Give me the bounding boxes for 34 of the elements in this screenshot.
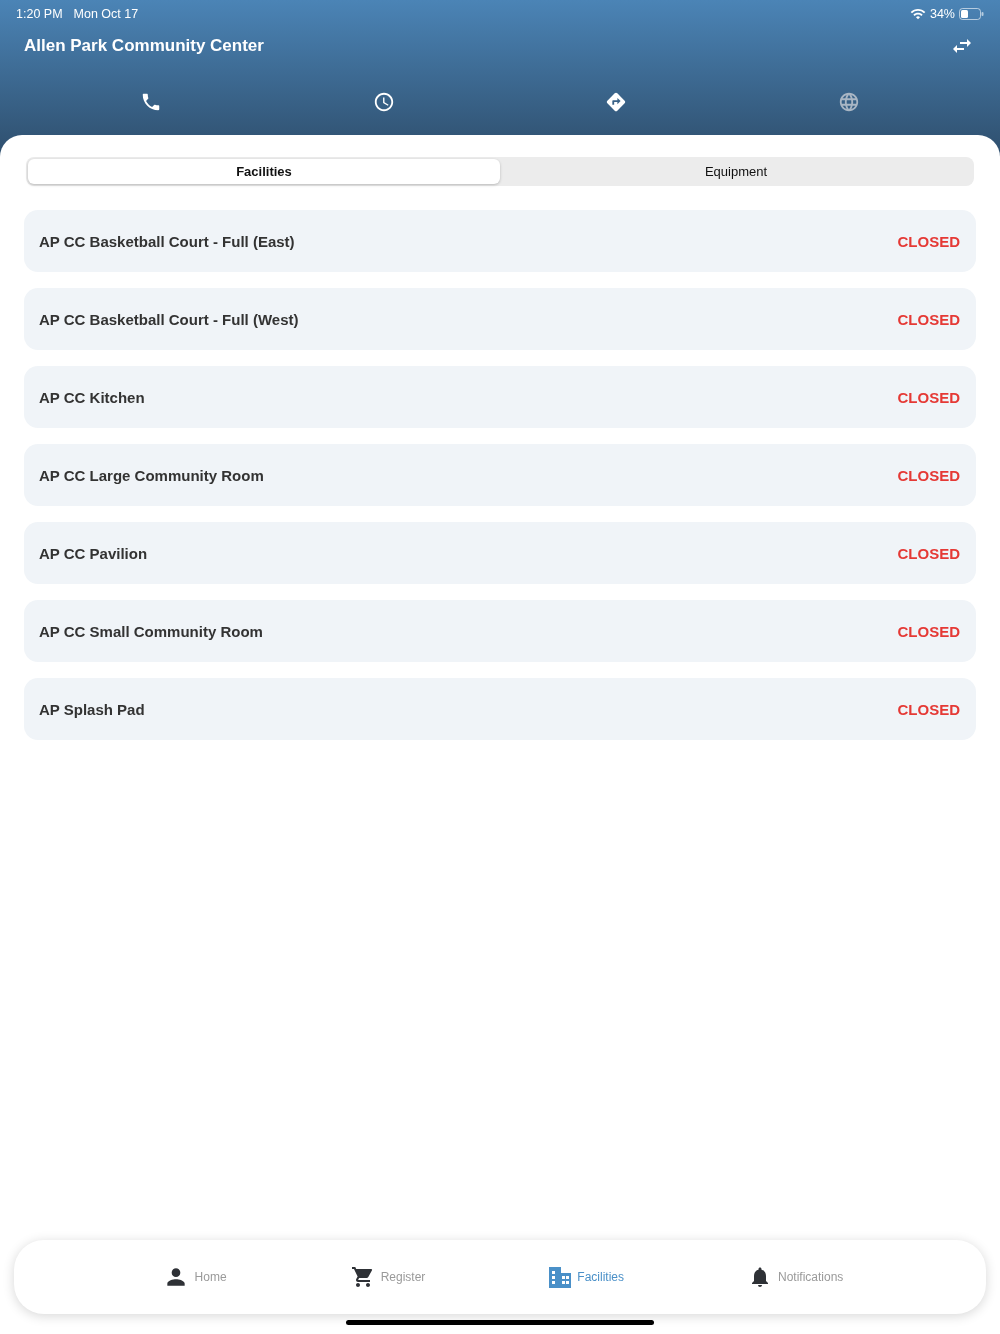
status-label: CLOSED — [897, 388, 960, 406]
facility-name: AP CC Basketball Court - Full (East) — [39, 232, 295, 250]
directions-icon[interactable] — [605, 90, 628, 113]
facility-row[interactable]: AP CC Pavilion CLOSED — [24, 522, 976, 584]
battery-icon — [959, 8, 984, 20]
facility-name: AP CC Large Community Room — [39, 466, 264, 484]
status-label: CLOSED — [897, 622, 960, 640]
facility-name: AP Splash Pad — [39, 700, 145, 718]
wifi-icon — [909, 6, 926, 22]
tab-bar-item[interactable]: Facilities — [549, 1266, 624, 1288]
facility-row[interactable]: AP Splash Pad CLOSED — [24, 678, 976, 740]
status-label: CLOSED — [897, 544, 960, 562]
clock-icon[interactable] — [372, 90, 395, 113]
status-label: CLOSED — [897, 700, 960, 718]
building-icon — [549, 1266, 572, 1288]
facility-row[interactable]: AP CC Large Community Room CLOSED — [24, 444, 976, 506]
facility-row[interactable]: AP CC Kitchen CLOSED — [24, 366, 976, 428]
facility-name: AP CC Pavilion — [39, 544, 148, 562]
status-label: CLOSED — [897, 232, 960, 250]
facility-row[interactable]: AP CC Small Community Room CLOSED — [24, 600, 976, 662]
facility-row[interactable]: AP CC Basketball Court - Full (East) CLOSED — [24, 210, 976, 272]
segment-tab[interactable]: Facilities — [28, 159, 500, 184]
cart-icon — [350, 1265, 375, 1289]
status-label: CLOSED — [897, 310, 960, 328]
facility-name: AP CC Basketball Court - Full (West) — [39, 310, 299, 328]
status-time: 1:20 PM — [16, 7, 63, 21]
status-date: Mon Oct 17 — [73, 7, 139, 21]
facility-name: AP CC Small Community Room — [39, 622, 263, 640]
battery-percent: 34% — [929, 7, 955, 21]
status-label: CLOSED — [897, 466, 960, 484]
location-title: Allen Park Community Center — [24, 36, 264, 56]
segment-tab[interactable]: Equipment — [500, 159, 972, 184]
facility-name: AP CC Kitchen — [39, 388, 145, 406]
facility-row[interactable]: AP CC Basketball Court - Full (West) CLOSED — [24, 288, 976, 350]
